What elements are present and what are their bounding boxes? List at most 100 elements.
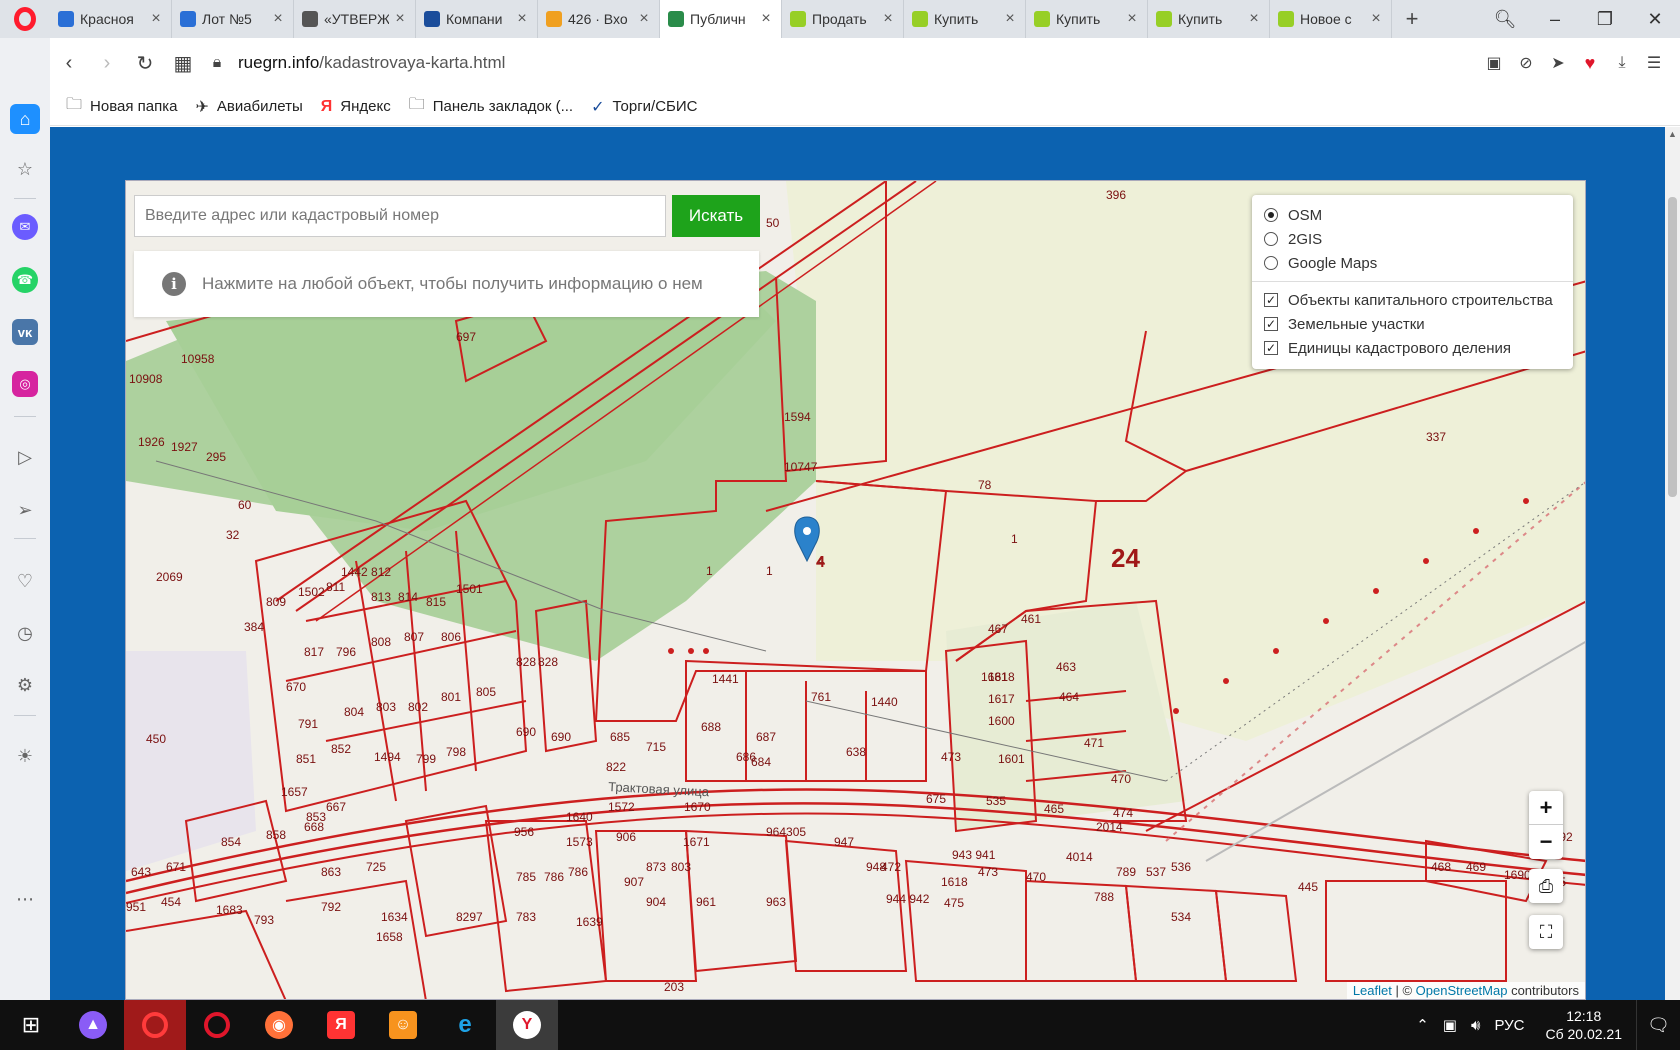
zoom-in-button[interactable]: +: [1529, 791, 1563, 825]
parcel-label[interactable]: 471: [1084, 736, 1104, 750]
parcel-label[interactable]: 474: [1113, 806, 1133, 820]
base-layer-option[interactable]: 2GIS: [1264, 227, 1561, 251]
yandex-browser-icon[interactable]: Y: [496, 1000, 558, 1050]
parcel-label[interactable]: 697: [456, 330, 476, 344]
parcel-label[interactable]: 851: [296, 752, 316, 766]
browser-tab[interactable]: Публичн ×: [660, 0, 782, 38]
parcel-label[interactable]: 10747: [784, 460, 818, 474]
instagram-icon[interactable]: ◎: [12, 371, 38, 397]
tab-close-icon[interactable]: ×: [759, 10, 773, 28]
browser-tab[interactable]: Купить ×: [904, 0, 1026, 38]
radio-button[interactable]: [1264, 208, 1278, 222]
parcel-label[interactable]: 2069: [156, 570, 183, 584]
parcel-label[interactable]: 1617: [988, 692, 1015, 706]
parcel-label[interactable]: 295: [206, 450, 226, 464]
parcel-label[interactable]: 852: [331, 742, 351, 756]
parcel-label[interactable]: 671: [166, 860, 186, 874]
opera-menu-button[interactable]: [0, 0, 50, 38]
send-icon[interactable]: ➤: [1542, 44, 1574, 82]
parcel-label[interactable]: 791: [298, 717, 318, 731]
minimize-button[interactable]: –: [1530, 0, 1580, 38]
bookmark-item[interactable]: ✈ Авиабилеты: [195, 97, 302, 117]
parcel-label[interactable]: 961: [696, 895, 716, 909]
overlay-option[interactable]: ✓ Земельные участки: [1264, 312, 1561, 336]
base-layer-option[interactable]: Google Maps: [1264, 251, 1561, 275]
parcel-label[interactable]: 396: [1106, 188, 1126, 202]
zoom-out-button[interactable]: −: [1529, 825, 1563, 859]
overlay-option[interactable]: ✓ Единицы кадастрового деления: [1264, 336, 1561, 360]
parcel-label[interactable]: 60: [238, 498, 252, 512]
browser-tab[interactable]: Купить ×: [1026, 0, 1148, 38]
parcel-label[interactable]: 2014: [1096, 820, 1123, 834]
parcel-label[interactable]: 761: [811, 690, 831, 704]
parcel-label[interactable]: 445: [1298, 880, 1318, 894]
parcel-label[interactable]: 801: [441, 690, 461, 704]
parcel-label[interactable]: 1501: [456, 582, 483, 596]
parcel-label[interactable]: 1658: [376, 930, 403, 944]
parcel-label[interactable]: 1639: [576, 915, 603, 929]
parcel-label[interactable]: 687: [756, 730, 776, 744]
player-icon[interactable]: ▷: [10, 442, 40, 472]
parcel-label[interactable]: 1601: [998, 752, 1025, 766]
browser-tab[interactable]: Красноя ×: [50, 0, 172, 38]
parcel-label[interactable]: 1634: [381, 910, 408, 924]
tab-close-icon[interactable]: ×: [1003, 10, 1017, 28]
leaflet-link[interactable]: Leaflet: [1353, 983, 1392, 998]
my-flow-heart-icon[interactable]: ♥: [1574, 44, 1606, 82]
easy-setup-icon[interactable]: ☰: [1638, 44, 1670, 82]
browser-tab[interactable]: Компани ×: [416, 0, 538, 38]
tab-close-icon[interactable]: ×: [1125, 10, 1139, 28]
clock[interactable]: 12:18 Сб 20.02.21: [1545, 1007, 1622, 1043]
tray-chevron-icon[interactable]: ⌃: [1416, 1016, 1429, 1034]
bookmark-item[interactable]: 🗀︎ Новая папка: [66, 93, 177, 120]
parcel-label[interactable]: 1502: [298, 585, 325, 599]
overlay-option[interactable]: ✓ Объекты капитального строительства: [1264, 288, 1561, 312]
parcel-label[interactable]: 454: [161, 895, 181, 909]
parcel-label[interactable]: 1600: [988, 714, 1015, 728]
parcel-label[interactable]: 1441: [712, 672, 739, 686]
messenger-icon[interactable]: ✉: [12, 214, 38, 240]
parcel-label[interactable]: 535: [986, 794, 1006, 808]
opera-taskbar-icon[interactable]: [124, 1000, 186, 1050]
radio-button[interactable]: [1264, 256, 1278, 270]
parcel-label[interactable]: 796: [336, 645, 356, 659]
scroll-up-icon[interactable]: ▲: [1665, 129, 1680, 139]
tab-close-icon[interactable]: ×: [149, 10, 163, 28]
parcel-label[interactable]: 1657: [281, 785, 308, 799]
parcel-label[interactable]: 10958: [181, 352, 215, 366]
search-input[interactable]: [134, 195, 666, 237]
parcel-label[interactable]: 813: [371, 590, 391, 604]
parcel-label[interactable]: 1681: [981, 670, 1008, 684]
parcel-label[interactable]: 1494: [374, 750, 401, 764]
new-tab-button[interactable]: +: [1392, 6, 1432, 32]
parcel-label[interactable]: 536: [1171, 860, 1191, 874]
parcel-label[interactable]: 32: [226, 528, 240, 542]
parcel-label[interactable]: 1: [1011, 532, 1018, 546]
parcel-label[interactable]: 799: [416, 752, 436, 766]
tab-close-icon[interactable]: ×: [393, 10, 407, 28]
parcel-label[interactable]: 686: [736, 750, 756, 764]
parcel-label[interactable]: 1572: [608, 800, 635, 814]
parcel-label[interactable]: 475: [944, 896, 964, 910]
tab-close-icon[interactable]: ×: [1369, 10, 1383, 28]
parcel-label[interactable]: 785: [516, 870, 536, 884]
browser-tab[interactable]: «УТВЕРЖ ×: [294, 0, 416, 38]
parcel-label[interactable]: 643: [131, 865, 151, 879]
parcel-label[interactable]: 907: [624, 875, 644, 889]
parcel-label[interactable]: 1683: [216, 903, 243, 917]
parcel-label[interactable]: 537: [1146, 865, 1166, 879]
firefox-icon[interactable]: ◉: [248, 1000, 310, 1050]
osm-link[interactable]: OpenStreetMap: [1416, 983, 1508, 998]
whatsapp-icon[interactable]: ☎: [12, 267, 38, 293]
windows-start-icon[interactable]: ⊞: [0, 1000, 62, 1050]
forward-button[interactable]: ›: [88, 44, 126, 82]
browser-tab[interactable]: Лот №5 ×: [172, 0, 294, 38]
parcel-label[interactable]: 1690: [1504, 868, 1531, 882]
parcel-label[interactable]: 873: [646, 860, 666, 874]
page-scrollbar[interactable]: ▲: [1665, 127, 1680, 1000]
parcel-label[interactable]: 203: [664, 980, 684, 994]
parcel-label[interactable]: 667: [326, 800, 346, 814]
browser-tab[interactable]: Новое с ×: [1270, 0, 1392, 38]
parcel-label[interactable]: 337: [1426, 430, 1446, 444]
settings-gear-icon[interactable]: ⚙: [10, 670, 40, 700]
